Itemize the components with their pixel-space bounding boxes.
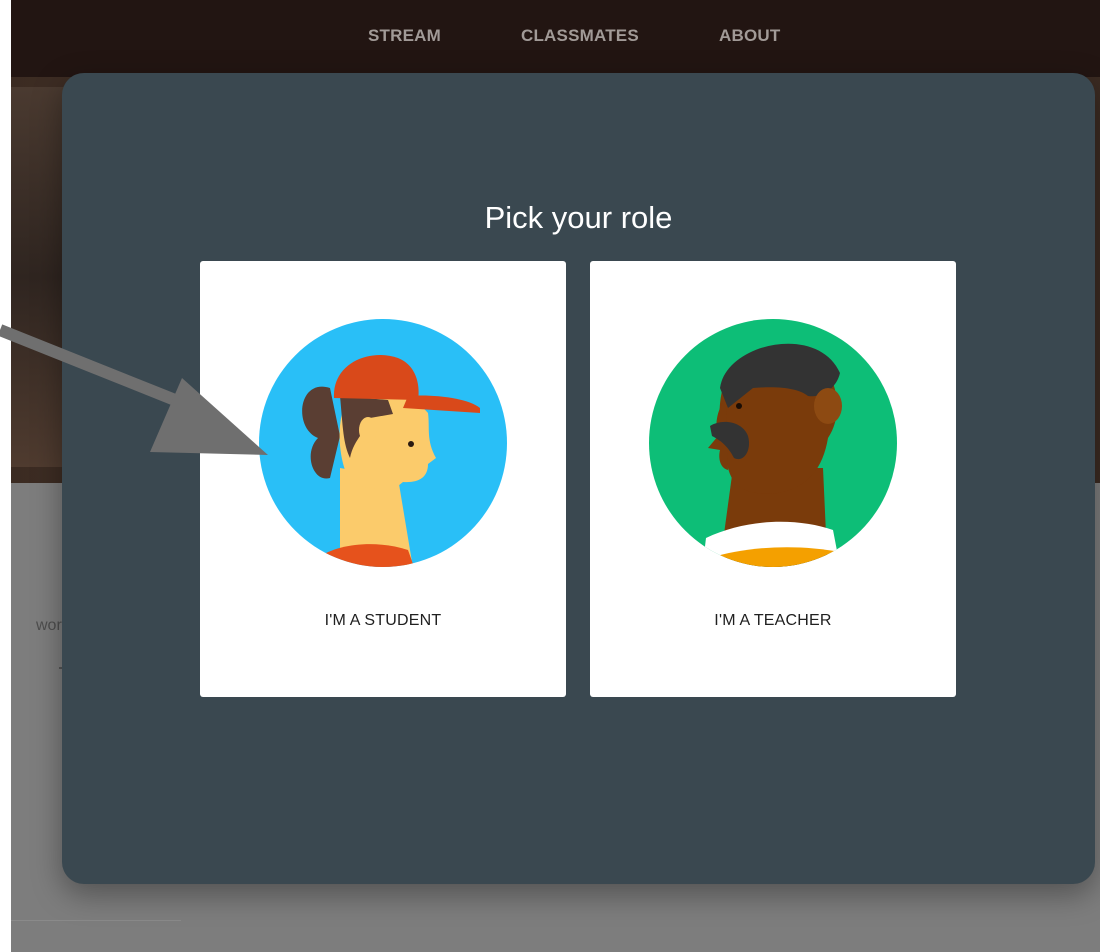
pointer-arrow-icon — [0, 324, 268, 455]
